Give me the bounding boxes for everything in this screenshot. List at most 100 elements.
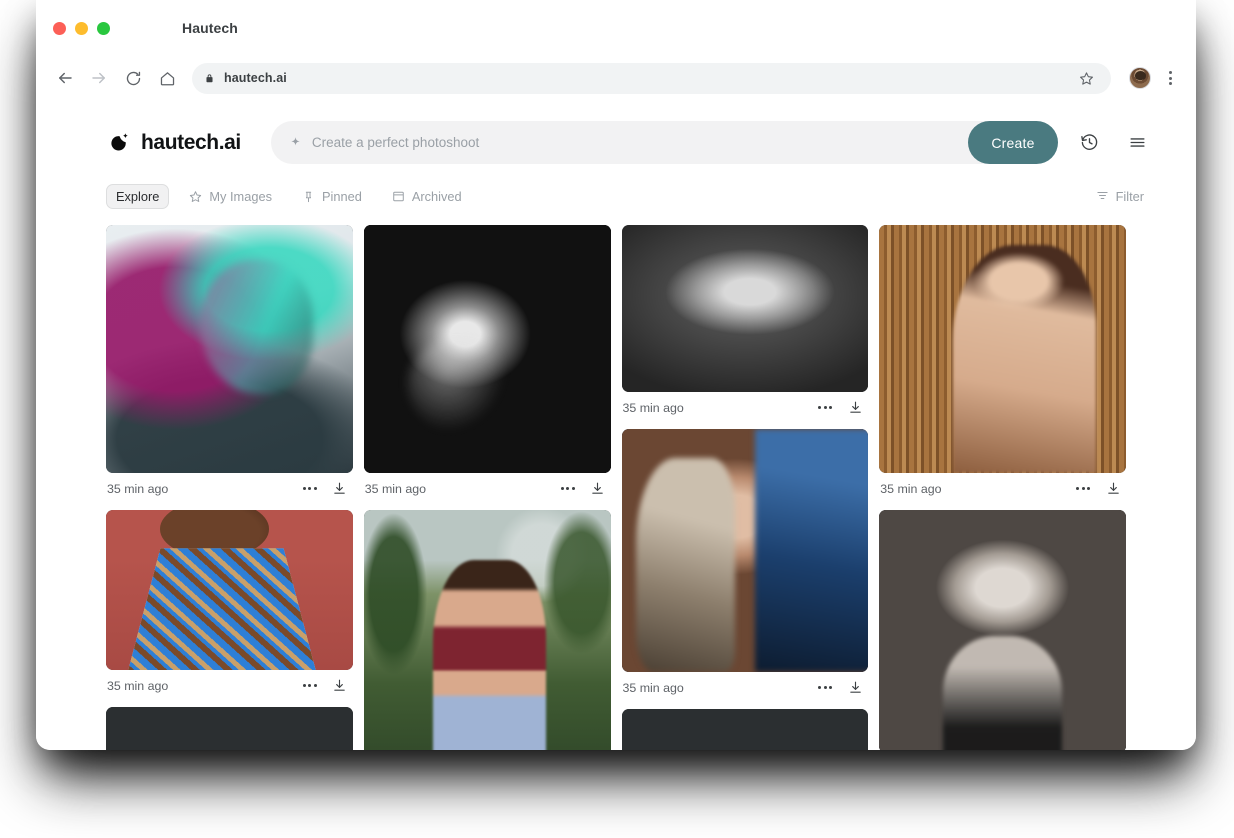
create-button[interactable]: Create — [968, 121, 1058, 164]
window-controls[interactable] — [53, 21, 110, 35]
sparkle-icon — [289, 136, 302, 149]
gallery-card-footer: 35 min ago — [364, 473, 611, 504]
browser-window: Hautech hautech.ai hautech.ai Create a p… — [36, 0, 1196, 750]
reload-icon[interactable] — [118, 63, 148, 93]
gallery-card-footer: 35 min ago — [622, 672, 869, 703]
tab-explore[interactable]: Explore — [106, 184, 170, 209]
browser-titlebar: Hautech — [36, 0, 1196, 56]
gallery-card[interactable]: 35 min ago — [879, 225, 1126, 504]
timestamp: 35 min ago — [364, 481, 427, 496]
tab-pinned-label: Pinned — [321, 189, 362, 204]
tab-archived[interactable]: Archived — [382, 184, 472, 209]
minimize-window-button[interactable] — [75, 21, 88, 35]
more-dots-icon[interactable] — [299, 675, 321, 697]
gallery-card[interactable] — [363, 510, 611, 750]
more-dots-icon[interactable] — [814, 397, 836, 419]
gallery-image[interactable] — [106, 225, 353, 473]
gallery-card[interactable] — [879, 510, 1126, 750]
archive-icon — [392, 190, 405, 203]
gallery-image[interactable] — [621, 709, 869, 750]
gallery-image[interactable] — [106, 510, 353, 670]
more-dots-icon[interactable] — [814, 677, 836, 699]
tab-my-images[interactable]: My Images — [179, 184, 282, 209]
brand[interactable]: hautech.ai — [106, 130, 241, 156]
download-icon[interactable] — [1102, 478, 1124, 500]
image-artwork — [106, 225, 353, 473]
gallery-card-footer: 35 min ago — [879, 473, 1126, 504]
tab-explore-label: Explore — [116, 189, 160, 204]
gallery-card-footer: 35 min ago — [622, 392, 869, 423]
gallery-card[interactable]: 35 min ago — [621, 429, 869, 703]
gallery-card[interactable]: 35 min ago — [106, 225, 353, 504]
hautech-blob-sparkle-logo — [106, 130, 132, 156]
image-artwork — [621, 225, 869, 392]
gallery-grid: 35 min ago 35 min ago 35 min ago 35 min ago… — [36, 225, 1196, 750]
address-bar[interactable]: hautech.ai — [192, 62, 1111, 94]
search-input[interactable] — [311, 121, 1012, 164]
screenshot-stage: Hautech hautech.ai hautech.ai Create a p… — [0, 0, 1234, 838]
gallery-column-2: 35 min ago — [363, 225, 611, 750]
more-dots-icon[interactable] — [1072, 478, 1094, 500]
hamburger-menu-icon[interactable] — [1120, 126, 1154, 160]
download-icon[interactable] — [329, 478, 351, 500]
filter-funnel-icon — [1096, 189, 1109, 205]
gallery-card-footer: 35 min ago — [106, 670, 353, 701]
timestamp: 35 min ago — [622, 680, 684, 695]
gallery-image[interactable] — [621, 429, 869, 672]
download-icon[interactable] — [844, 677, 866, 699]
tab-my-images-label: My Images — [209, 189, 272, 204]
gallery-card[interactable] — [106, 707, 353, 750]
address-bar-url: hautech.ai — [224, 71, 287, 85]
download-icon[interactable] — [587, 478, 609, 500]
gallery-image[interactable] — [879, 225, 1126, 473]
timestamp: 35 min ago — [622, 400, 684, 415]
gallery-card[interactable]: 35 min ago — [363, 225, 611, 504]
star-icon[interactable] — [1073, 65, 1099, 91]
image-artwork — [621, 429, 869, 672]
more-dots-icon[interactable] — [299, 478, 321, 500]
tab-archived-label: Archived — [411, 189, 462, 204]
avatar[interactable] — [1129, 67, 1151, 89]
home-icon[interactable] — [152, 63, 182, 93]
gallery-card[interactable] — [621, 709, 869, 750]
app-header: hautech.ai Create — [36, 100, 1196, 164]
browser-toolbar: hautech.ai — [36, 56, 1196, 100]
image-artwork — [621, 709, 869, 750]
brand-name: hautech.ai — [141, 130, 241, 154]
forward-arrow-icon[interactable] — [84, 63, 114, 93]
image-artwork — [106, 510, 353, 670]
gallery-image[interactable] — [621, 225, 869, 392]
search-bar[interactable] — [270, 121, 1012, 164]
gallery-card[interactable]: 35 min ago — [621, 225, 869, 423]
gallery-image[interactable] — [106, 707, 353, 750]
timestamp: 35 min ago — [107, 678, 169, 693]
image-artwork — [879, 225, 1126, 473]
tab-pinned[interactable]: Pinned — [292, 184, 372, 209]
close-window-button[interactable] — [53, 21, 66, 35]
back-arrow-icon[interactable] — [50, 63, 80, 93]
image-artwork — [879, 510, 1126, 750]
history-clock-icon[interactable] — [1072, 126, 1106, 160]
gallery-card-footer: 35 min ago — [106, 473, 353, 504]
image-artwork — [106, 707, 353, 750]
gallery-image[interactable] — [363, 225, 611, 473]
timestamp: 35 min ago — [107, 481, 169, 496]
gallery-image[interactable] — [879, 510, 1126, 750]
browser-tab-title[interactable]: Hautech — [182, 20, 238, 36]
gallery-image[interactable] — [363, 510, 611, 750]
kebab-menu-icon[interactable] — [1160, 71, 1180, 85]
gallery-tabbar: Explore My Images Pinned Archived Filter — [36, 164, 1196, 209]
more-dots-icon[interactable] — [557, 478, 579, 500]
filter-button[interactable]: Filter — [1096, 189, 1154, 205]
gallery-column-1: 35 min ago 35 min ago — [106, 225, 353, 750]
image-artwork — [363, 510, 611, 750]
download-icon[interactable] — [844, 397, 866, 419]
pin-icon — [302, 190, 315, 203]
gallery-columns: 35 min ago 35 min ago 35 min ago 35 min ago… — [106, 225, 1126, 750]
star-icon — [189, 190, 202, 203]
download-icon[interactable] — [329, 675, 351, 697]
image-artwork — [363, 225, 611, 473]
gallery-card[interactable]: 35 min ago — [106, 510, 353, 701]
maximize-window-button[interactable] — [97, 21, 110, 35]
gallery-column-4: 35 min ago — [879, 225, 1126, 750]
